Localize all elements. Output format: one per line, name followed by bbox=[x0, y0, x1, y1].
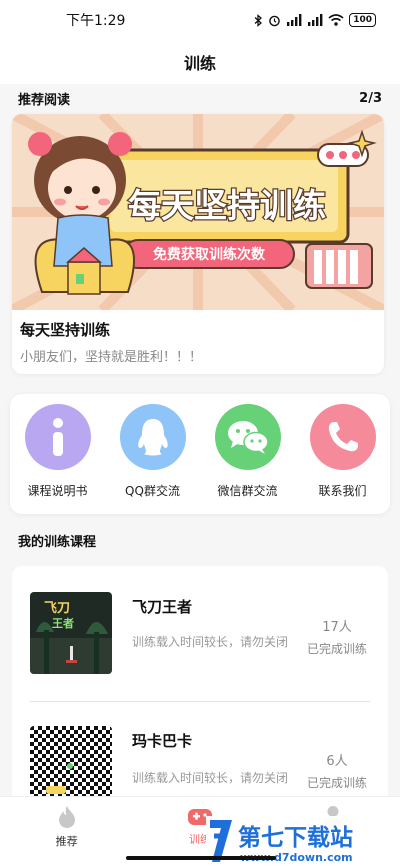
course-count: 17人 bbox=[322, 620, 352, 635]
alarm-icon bbox=[269, 15, 281, 26]
course-thumbnail: 飞刀 王者 bbox=[30, 592, 112, 674]
courses-label: 我的训练课程 bbox=[18, 534, 97, 550]
course-item[interactable]: 飞刀 王者 飞刀王者 训练载入时间较长，请勿关闭 17人 已完成训练 bbox=[12, 566, 388, 702]
banner-subtitle: 小朋友们，坚持就是胜利！！！ bbox=[20, 350, 203, 365]
phone-icon bbox=[328, 422, 358, 452]
tab-recommend[interactable]: 推荐 bbox=[0, 797, 133, 866]
thumbnail-text: 飞刀 bbox=[44, 601, 70, 616]
course-title: 玛卡巴卡 bbox=[132, 732, 193, 750]
quick-circle bbox=[119, 404, 186, 470]
watermark-title: 第七下载站 bbox=[238, 824, 353, 851]
quick-label: 联系我们 bbox=[318, 484, 367, 498]
info-icon bbox=[52, 418, 63, 456]
qq-group-button[interactable]: QQ群交流 bbox=[108, 404, 198, 514]
qq-penguin-icon bbox=[137, 419, 168, 456]
bluetooth-icon bbox=[254, 13, 263, 27]
quick-circle bbox=[309, 404, 376, 470]
banner-art-sub-text: 免费获取训练次数 bbox=[153, 246, 266, 263]
banner-art-main-text: 每天坚持训练 bbox=[128, 186, 326, 225]
signal-icon bbox=[287, 14, 302, 26]
thumbnail-text: 王者 bbox=[52, 616, 74, 630]
course-title: 飞刀王者 bbox=[132, 598, 193, 616]
wechat-icon bbox=[227, 421, 269, 454]
xylophone-icon bbox=[305, 243, 373, 289]
status-bar: 下午1:29 100 bbox=[0, 0, 400, 40]
flame-icon bbox=[58, 806, 75, 828]
banner-title: 每天坚持训练 bbox=[20, 321, 111, 339]
course-status: 已完成训练 bbox=[306, 776, 367, 790]
quick-circle bbox=[24, 404, 91, 470]
banner-card[interactable]: 每天坚持训练 免费获取训练次数 每天坚持训练 小朋友们，坚持就是胜利！！！ bbox=[12, 114, 384, 374]
home-indicator bbox=[126, 856, 276, 860]
quick-label: 课程说明书 bbox=[27, 484, 88, 498]
recommend-header: 推荐阅读 2/3 bbox=[0, 84, 400, 112]
signal-icon bbox=[308, 14, 323, 26]
battery-indicator: 100 bbox=[349, 13, 376, 27]
course-description: 训练载入时间较长，请勿关闭 bbox=[132, 635, 289, 649]
quick-label: QQ群交流 bbox=[125, 484, 180, 498]
recommend-label: 推荐阅读 bbox=[18, 92, 71, 108]
quick-label: 微信群交流 bbox=[217, 484, 278, 498]
flying-knife-thumbnail: 飞刀 王者 bbox=[30, 592, 112, 674]
wifi-icon bbox=[328, 14, 344, 26]
courses-header: 我的训练课程 bbox=[0, 526, 400, 554]
page-title: 训练 bbox=[0, 40, 400, 84]
course-status: 已完成训练 bbox=[306, 642, 367, 656]
course-count: 6人 bbox=[326, 754, 348, 769]
status-time: 下午1:29 bbox=[66, 13, 126, 29]
status-icons: 100 bbox=[254, 13, 376, 27]
banner-illustration: 每天坚持训练 免费获取训练次数 bbox=[12, 114, 384, 310]
banner-pager: 2/3 bbox=[359, 90, 382, 106]
course-manual-button[interactable]: 课程说明书 bbox=[13, 404, 103, 514]
quick-circle bbox=[214, 404, 281, 470]
course-description: 训练载入时间较长，请勿关闭 bbox=[132, 771, 289, 785]
contact-us-button[interactable]: 联系我们 bbox=[298, 404, 388, 514]
wechat-group-button[interactable]: 微信群交流 bbox=[203, 404, 293, 514]
quick-actions: 课程说明书 QQ群交流 微信群交流 联系我们 bbox=[10, 394, 390, 514]
tab-label: 推荐 bbox=[55, 835, 78, 848]
